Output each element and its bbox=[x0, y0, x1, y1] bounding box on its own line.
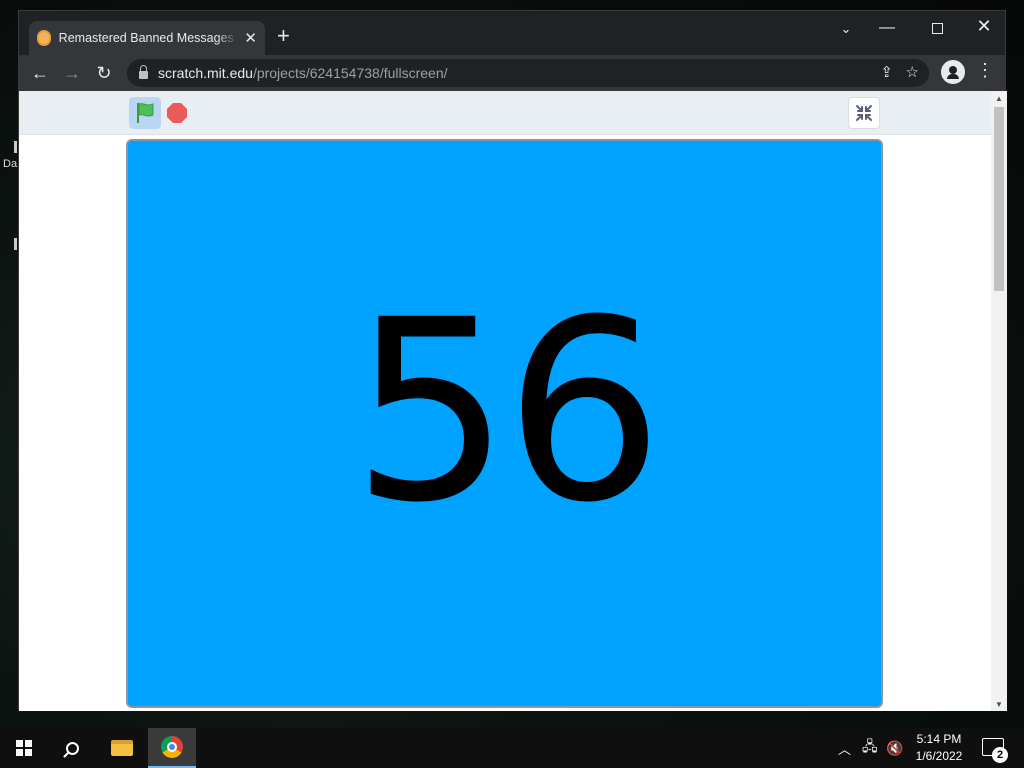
tab-close-icon[interactable]: ✕ bbox=[244, 29, 257, 47]
start-button[interactable] bbox=[0, 728, 48, 768]
search-icon bbox=[65, 741, 79, 755]
scroll-up-icon[interactable]: ▲ bbox=[995, 94, 1003, 103]
stage-controls-bar bbox=[19, 91, 991, 135]
forward-button[interactable]: → bbox=[59, 61, 85, 85]
system-clock[interactable]: 5:14 PM 1/6/2022 bbox=[910, 731, 968, 765]
bookmark-star-icon[interactable]: ☆ bbox=[906, 63, 919, 81]
stop-button[interactable] bbox=[167, 103, 187, 123]
chrome-taskbar-button[interactable] bbox=[148, 728, 196, 768]
desktop-icon-fragment bbox=[14, 141, 17, 153]
chrome-icon bbox=[161, 736, 183, 758]
exit-fullscreen-icon bbox=[856, 105, 872, 121]
scroll-down-icon[interactable]: ▼ bbox=[995, 700, 1003, 709]
green-flag-button[interactable] bbox=[129, 97, 161, 129]
clock-time: 5:14 PM bbox=[916, 732, 962, 746]
folder-icon bbox=[111, 740, 133, 756]
exit-fullscreen-button[interactable] bbox=[848, 97, 880, 129]
share-icon[interactable]: ⇪ bbox=[880, 63, 893, 81]
file-explorer-button[interactable] bbox=[98, 728, 146, 768]
minimize-button[interactable]: — bbox=[872, 19, 902, 37]
stage-number: 56 bbox=[351, 266, 663, 557]
title-bar: Remastered Banned Messages Pa ✕ + ⌄ — ✕ bbox=[19, 11, 1005, 55]
url-path: /projects/624154738/fullscreen/ bbox=[252, 65, 448, 81]
scroll-thumb[interactable] bbox=[994, 107, 1004, 291]
lock-icon[interactable] bbox=[139, 65, 148, 79]
notification-count-badge: 2 bbox=[992, 747, 1008, 763]
maximize-button[interactable] bbox=[922, 19, 952, 39]
address-bar[interactable]: scratch.mit.edu/projects/624154738/fulls… bbox=[127, 59, 929, 87]
tab-title: Remastered Banned Messages Pa bbox=[58, 31, 239, 45]
browser-toolbar: ← → ↻ scratch.mit.edu/projects/624154738… bbox=[19, 55, 1005, 91]
project-stage[interactable]: 56 bbox=[126, 139, 883, 708]
profile-avatar[interactable] bbox=[941, 60, 965, 84]
search-button[interactable] bbox=[48, 728, 96, 768]
browser-tab[interactable]: Remastered Banned Messages Pa ✕ bbox=[29, 21, 265, 55]
desktop-icon-fragment bbox=[14, 238, 17, 250]
green-flag-icon bbox=[137, 103, 154, 123]
desktop-icon-label: Da bbox=[3, 158, 18, 170]
reload-button[interactable]: ↻ bbox=[91, 61, 117, 85]
show-hidden-icons-chevron[interactable]: ︿ bbox=[838, 728, 851, 768]
url-host: scratch.mit.edu bbox=[158, 65, 253, 81]
clock-date: 1/6/2022 bbox=[915, 749, 963, 763]
tab-search-chevron-icon[interactable]: ⌄ bbox=[831, 21, 861, 37]
page-viewport: 56 bbox=[19, 91, 991, 711]
back-button[interactable]: ← bbox=[27, 61, 53, 85]
taskbar: ︿ 🖧 🔇 5:14 PM 1/6/2022 2 bbox=[0, 728, 1024, 768]
windows-logo-icon bbox=[16, 740, 32, 756]
new-tab-button[interactable]: + bbox=[277, 25, 290, 47]
scratch-favicon-icon bbox=[37, 30, 51, 46]
menu-kebab-icon[interactable]: ⋮ bbox=[975, 60, 995, 81]
page-scrollbar[interactable]: ▲ ▼ bbox=[991, 91, 1007, 711]
browser-window: Remastered Banned Messages Pa ✕ + ⌄ — ✕ … bbox=[18, 10, 1007, 711]
network-icon[interactable]: 🖧 bbox=[862, 728, 878, 768]
volume-muted-icon[interactable]: 🔇 bbox=[886, 728, 903, 768]
close-window-button[interactable]: ✕ bbox=[969, 16, 999, 37]
